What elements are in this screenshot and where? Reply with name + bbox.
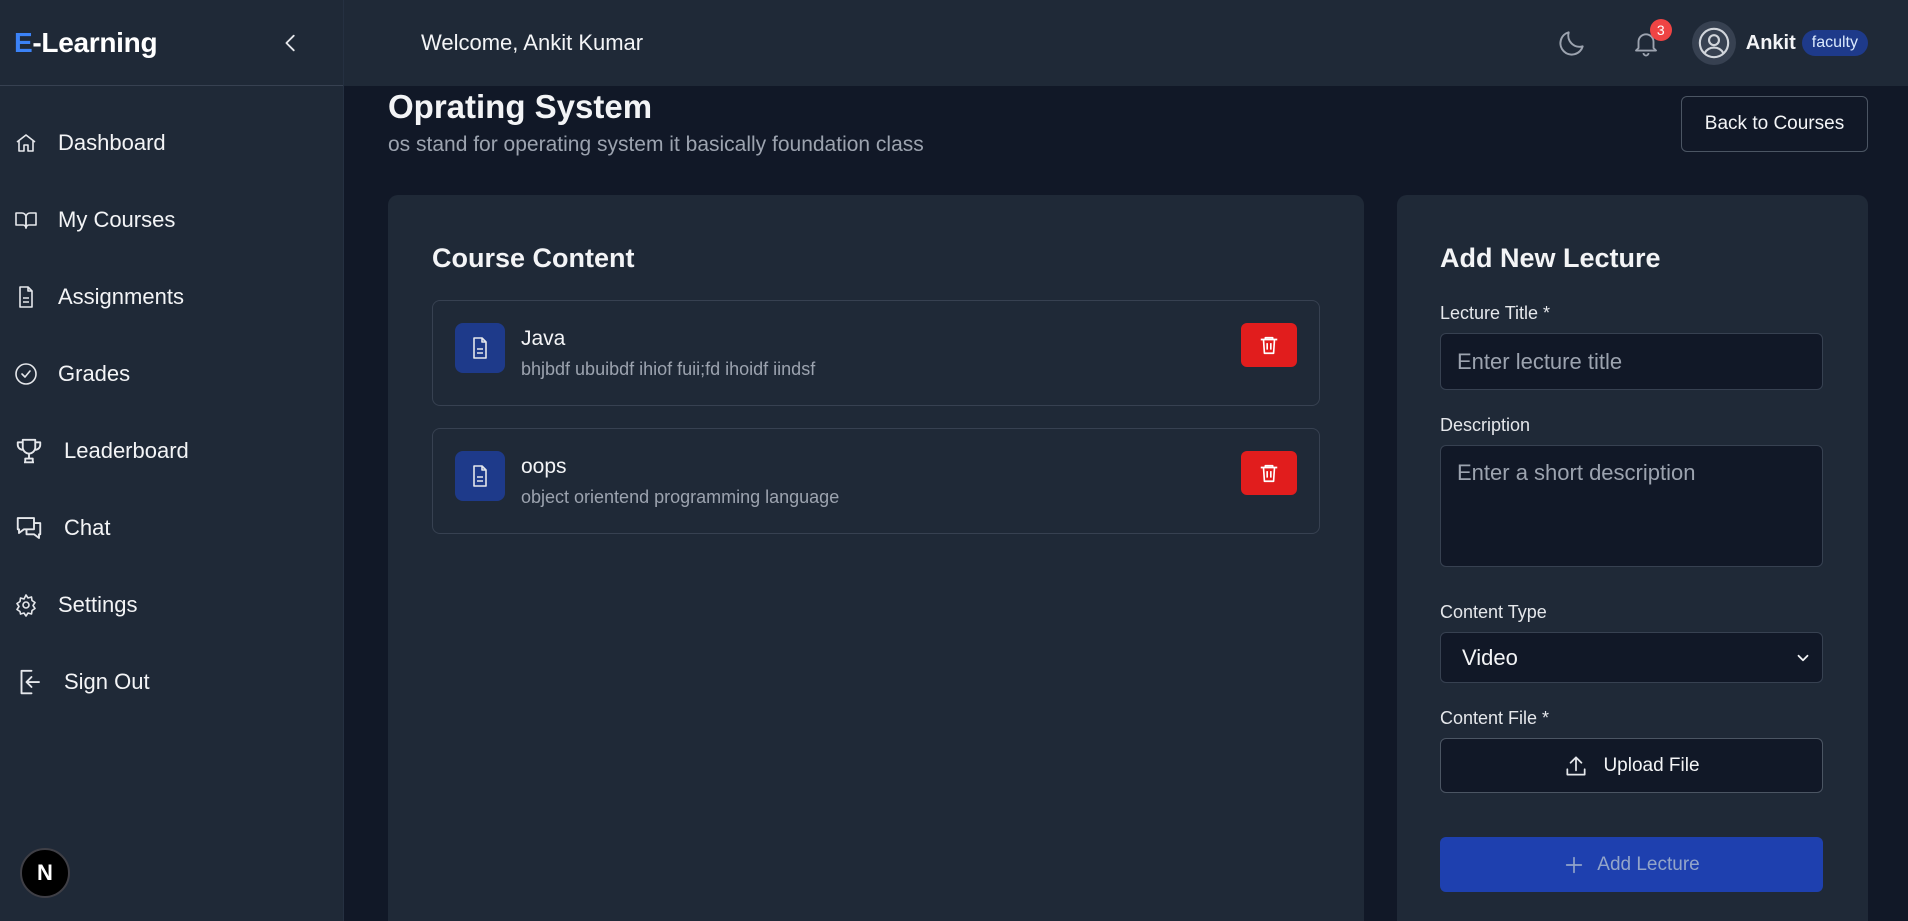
user-circle-icon xyxy=(1698,27,1729,59)
check-circle-icon xyxy=(15,362,37,385)
sidebar-item-my-courses[interactable]: My Courses xyxy=(0,181,343,258)
course-content-panel: Course Content Java bhjbdf ubuibdf ihiof… xyxy=(388,195,1364,921)
sidebar-item-grades[interactable]: Grades xyxy=(0,335,343,412)
add-lecture-label: Add Lecture xyxy=(1597,853,1700,875)
sidebar-item-label: My Courses xyxy=(58,206,176,232)
sidebar-item-leaderboard[interactable]: Leaderboard xyxy=(0,412,343,489)
lecture-item[interactable]: oops object orientend programming langua… xyxy=(432,428,1320,534)
sidebar-item-sign-out[interactable]: Sign Out xyxy=(0,643,343,720)
notifications-button[interactable]: 3 xyxy=(1626,19,1672,63)
course-content-title: Course Content xyxy=(432,243,635,273)
lecture-icon xyxy=(455,451,505,501)
sidebar-item-chat[interactable]: Chat xyxy=(0,489,343,566)
plus-icon xyxy=(1566,856,1583,873)
sidebar-item-label: Chat xyxy=(64,514,111,540)
dev-tools-badge[interactable]: N xyxy=(20,848,70,898)
upload-icon xyxy=(1566,755,1586,776)
logo-letter: E xyxy=(14,26,33,58)
home-icon xyxy=(16,133,36,152)
app-logo[interactable]: E-Learning xyxy=(14,26,158,59)
sidebar-item-label: Sign Out xyxy=(64,668,150,694)
sidebar-item-settings[interactable]: Settings xyxy=(0,566,343,643)
sidebar-item-label: Settings xyxy=(58,591,138,617)
back-to-courses-button[interactable]: Back to Courses xyxy=(1681,96,1868,152)
lecture-title-label: Lecture Title * xyxy=(1440,303,1551,323)
trophy-icon xyxy=(16,438,42,463)
lecture-title: Java xyxy=(521,327,566,350)
page-title: Oprating System xyxy=(388,88,653,125)
sidebar-item-label: Leaderboard xyxy=(64,437,189,463)
trash-icon xyxy=(1260,464,1278,483)
lecture-title-input[interactable] xyxy=(1440,333,1823,390)
content-type-label: Content Type xyxy=(1440,602,1547,622)
lecture-item[interactable]: Java bhjbdf ubuibdf ihiof fuii;fd ihoidf… xyxy=(432,300,1320,406)
document-icon xyxy=(473,465,487,487)
upload-file-label: Upload File xyxy=(1603,754,1700,776)
sidebar-item-dashboard[interactable]: Dashboard xyxy=(0,104,343,181)
description-label: Description xyxy=(1440,415,1531,435)
add-lecture-button[interactable]: Add Lecture xyxy=(1440,837,1823,892)
avatar[interactable] xyxy=(1691,21,1736,65)
collapse-sidebar-button[interactable] xyxy=(273,25,309,61)
book-open-icon xyxy=(15,211,37,229)
upload-file-button[interactable]: Upload File xyxy=(1440,738,1823,793)
add-lecture-title: Add New Lecture xyxy=(1440,243,1661,273)
sidebar-header: E-Learning xyxy=(0,0,343,86)
file-icon xyxy=(19,285,33,308)
user-name: Ankit xyxy=(1745,31,1796,54)
moon-icon xyxy=(1559,31,1584,56)
top-header: Welcome, Ankit Kumar 3 Ankit faculty xyxy=(344,0,1908,86)
document-icon xyxy=(473,337,487,359)
sidebar: E-Learning Dashboard My Courses Assignme… xyxy=(0,0,344,921)
notification-count-badge: 3 xyxy=(1649,19,1672,41)
delete-lecture-button[interactable] xyxy=(1241,451,1297,495)
header-actions: 3 Ankit faculty xyxy=(1552,0,1908,86)
sidebar-item-assignments[interactable]: Assignments xyxy=(0,258,343,335)
sign-out-icon xyxy=(20,669,40,694)
sidebar-item-label: Grades xyxy=(58,360,131,386)
lecture-description: object orientend programming language xyxy=(521,487,840,507)
chevron-down-icon xyxy=(1797,654,1809,661)
content-type-select[interactable]: Video xyxy=(1440,632,1823,683)
gear-icon xyxy=(16,593,36,617)
page-subtitle: os stand for operating system it basical… xyxy=(388,133,924,156)
chat-icon xyxy=(16,516,42,539)
chevron-left-icon xyxy=(285,34,295,51)
welcome-text: Welcome, Ankit Kumar xyxy=(421,30,644,55)
lecture-title: oops xyxy=(521,455,567,478)
sidebar-item-label: Dashboard xyxy=(58,129,166,155)
content-file-label: Content File * xyxy=(1440,708,1550,728)
add-lecture-panel: Add New Lecture Lecture Title * Descript… xyxy=(1397,195,1868,921)
theme-toggle-button[interactable] xyxy=(1552,23,1592,63)
lecture-icon xyxy=(455,323,505,373)
delete-lecture-button[interactable] xyxy=(1241,323,1297,367)
content-type-value: Video xyxy=(1462,644,1518,670)
lecture-description: bhjbdf ubuibdf ihiof fuii;fd ihoidf iind… xyxy=(521,359,816,379)
trash-icon xyxy=(1260,336,1278,355)
sidebar-item-label: Assignments xyxy=(58,283,184,309)
role-badge: faculty xyxy=(1801,30,1868,56)
sidebar-nav: Dashboard My Courses Assignments Grades … xyxy=(0,86,343,720)
description-input[interactable] xyxy=(1440,445,1823,567)
logo-text: -Learning xyxy=(32,26,158,58)
